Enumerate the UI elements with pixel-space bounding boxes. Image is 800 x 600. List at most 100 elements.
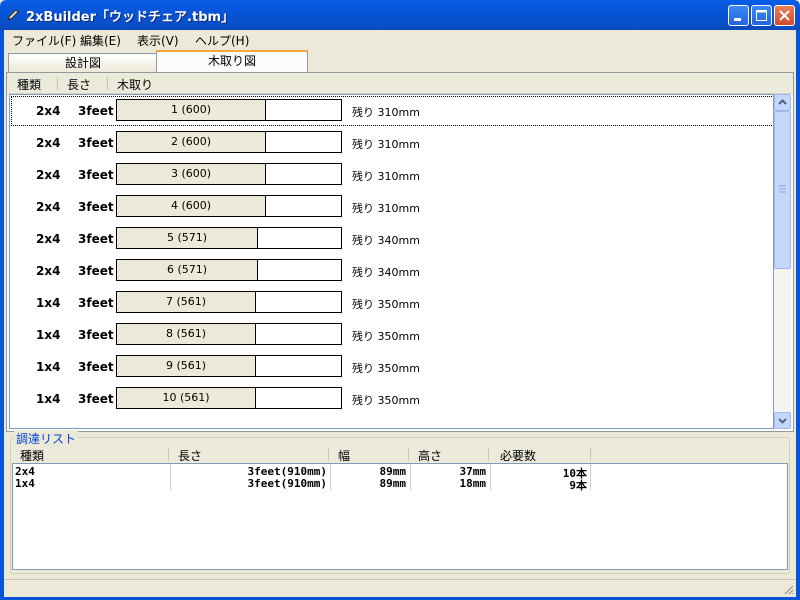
cutlist-row[interactable]: 2x4 3feet 6 (571) 残り 340mm	[10, 255, 773, 287]
menu-bar: ファイル(F) 編集(E) 表示(V) ヘルプ(H)	[4, 30, 796, 49]
board-bar: 4 (600)	[116, 195, 342, 217]
row-length: 3feet	[78, 168, 114, 182]
menu-view[interactable]: 表示(V)	[137, 32, 179, 49]
row-remaining: 残り 310mm	[352, 202, 420, 215]
proc-height: 18mm	[459, 477, 487, 490]
close-button[interactable]	[774, 5, 795, 26]
cutlist-row[interactable]: 2x4 3feet 2 (600) 残り 310mm	[10, 127, 773, 159]
title-bar[interactable]: 2xBuilder「ウッドチェア.tbm」	[0, 0, 800, 30]
maximize-button[interactable]	[751, 5, 772, 26]
header-length[interactable]: 長さ	[67, 76, 91, 93]
proc-kind: 1x4	[15, 477, 35, 490]
row-length: 3feet	[78, 360, 114, 374]
row-length: 3feet	[78, 136, 114, 150]
board-bar: 10 (561)	[116, 387, 342, 409]
cut-piece: 3 (600)	[117, 164, 266, 184]
menu-file[interactable]: ファイル(F)	[12, 32, 76, 49]
menu-edit[interactable]: 編集(E)	[80, 32, 121, 49]
cutlist-row[interactable]: 1x4 3feet 9 (561) 残り 350mm	[10, 351, 773, 383]
tab-cutting-plan[interactable]: 木取り図	[156, 50, 308, 73]
proc-header-width[interactable]: 幅	[338, 447, 350, 464]
cut-piece: 10 (561)	[117, 388, 256, 408]
board-bar: 2 (600)	[116, 131, 342, 153]
tab-strip: 設計図 木取り図	[4, 49, 796, 73]
board-bar: 3 (600)	[116, 163, 342, 185]
header-cutting[interactable]: 木取り	[117, 76, 153, 93]
row-length: 3feet	[78, 328, 114, 342]
cut-piece: 9 (561)	[117, 356, 256, 376]
chevron-down-icon	[778, 418, 787, 424]
row-kind: 1x4	[36, 296, 61, 310]
proc-header-length[interactable]: 長さ	[178, 447, 202, 464]
header-divider[interactable]	[408, 448, 409, 461]
window-frame-left	[0, 30, 4, 600]
scroll-down-button[interactable]	[774, 412, 791, 429]
cutlist-row[interactable]: 2x4 3feet 1 (600) 残り 310mm	[10, 95, 773, 127]
header-divider[interactable]	[590, 448, 591, 461]
cutlist-scrollbar[interactable]	[774, 94, 791, 429]
cutlist-row[interactable]: 1x4 3feet 8 (561) 残り 350mm	[10, 319, 773, 351]
procurement-header: 種類 長さ 幅 高さ 必要数	[12, 446, 788, 464]
board-bar: 6 (571)	[116, 259, 342, 281]
row-kind: 1x4	[36, 328, 61, 342]
row-kind: 1x4	[36, 392, 61, 406]
close-icon	[779, 10, 790, 21]
board-bar: 1 (600)	[116, 99, 342, 121]
scroll-thumb[interactable]	[774, 111, 791, 269]
row-remaining: 残り 350mm	[352, 394, 420, 407]
window-frame-right	[796, 30, 800, 600]
header-divider[interactable]	[168, 448, 169, 461]
cut-piece: 6 (571)	[117, 260, 258, 280]
cutlist-row[interactable]: 2x4 3feet 3 (600) 残り 310mm	[10, 159, 773, 191]
board-bar: 5 (571)	[116, 227, 342, 249]
row-kind: 2x4	[36, 168, 61, 182]
cutlist-row[interactable]: 1x4 3feet 7 (561) 残り 350mm	[10, 287, 773, 319]
scroll-up-button[interactable]	[774, 94, 791, 111]
row-length: 3feet	[78, 232, 114, 246]
cutlist-row[interactable]: 2x4 3feet 5 (571) 残り 340mm	[10, 223, 773, 255]
row-length: 3feet	[78, 264, 114, 278]
grip-icon	[779, 185, 786, 193]
proc-width: 89mm	[379, 477, 407, 490]
cutlist-row[interactable]: 2x4 3feet 4 (600) 残り 310mm	[10, 191, 773, 223]
cut-piece: 5 (571)	[117, 228, 258, 248]
menu-help[interactable]: ヘルプ(H)	[195, 32, 249, 49]
header-divider[interactable]	[107, 77, 108, 90]
header-divider[interactable]	[57, 77, 58, 90]
row-length: 3feet	[78, 392, 114, 406]
resize-grip-icon[interactable]	[782, 583, 794, 595]
window-title: 2xBuilder「ウッドチェア.tbm」	[26, 10, 235, 25]
cutlist-view[interactable]: 2x4 3feet 1 (600) 残り 310mm 2x4 3feet 2 (600) 残り…	[9, 94, 774, 429]
row-kind: 2x4	[36, 136, 61, 150]
proc-header-qty[interactable]: 必要数	[500, 447, 536, 464]
row-remaining: 残り 350mm	[352, 362, 420, 375]
header-kind[interactable]: 種類	[17, 76, 41, 93]
cut-piece: 8 (561)	[117, 324, 256, 344]
minimize-button[interactable]	[728, 5, 749, 26]
proc-header-height[interactable]: 高さ	[418, 447, 442, 464]
row-kind: 2x4	[36, 200, 61, 214]
board-bar: 9 (561)	[116, 355, 342, 377]
header-divider[interactable]	[488, 448, 489, 461]
status-bar	[4, 579, 796, 597]
row-remaining: 残り 340mm	[352, 234, 420, 247]
row-remaining: 残り 350mm	[352, 298, 420, 311]
procurement-row[interactable]: 1x4 3feet(910mm) 89mm 18mm 9本	[13, 477, 787, 492]
cut-piece: 4 (600)	[117, 196, 266, 216]
procurement-list[interactable]: 2x4 3feet(910mm) 89mm 37mm 10本 1x4 3feet…	[12, 463, 788, 570]
row-kind: 2x4	[36, 104, 61, 118]
row-kind: 1x4	[36, 360, 61, 374]
header-divider[interactable]	[328, 448, 329, 461]
procurement-row[interactable]: 2x4 3feet(910mm) 89mm 37mm 10本	[13, 465, 787, 480]
tab-design[interactable]: 設計図	[8, 53, 158, 72]
row-remaining: 残り 310mm	[352, 106, 420, 119]
row-length: 3feet	[78, 296, 114, 310]
chevron-up-icon	[778, 99, 787, 105]
proc-length: 3feet(910mm)	[247, 477, 327, 490]
board-bar: 8 (561)	[116, 323, 342, 345]
cutlist-row[interactable]: 1x4 3feet 10 (561) 残り 350mm	[10, 383, 773, 415]
cutting-plan-panel: 種類 長さ 木取り 2x4 3feet 1 (600) 残り 310mm 2x4 3fee…	[6, 72, 794, 432]
cut-piece: 1 (600)	[117, 100, 266, 120]
minimize-icon	[734, 18, 741, 21]
proc-header-kind[interactable]: 種類	[20, 447, 44, 464]
